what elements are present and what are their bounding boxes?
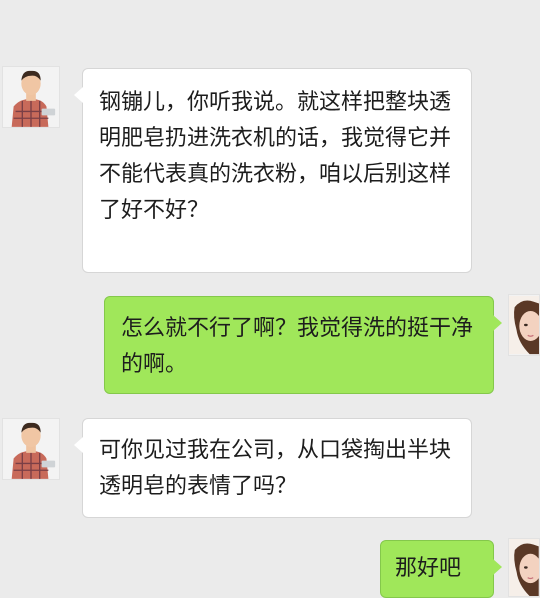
bubble-tail [493, 559, 502, 575]
message-bubble-received-2[interactable]: 可你见过我在公司，从口袋掏出半块透明皂的表情了吗？ [74, 418, 472, 518]
bubble-tail [74, 87, 83, 103]
self-avatar[interactable] [508, 294, 540, 356]
man-avatar-icon [3, 67, 59, 127]
bubble-tail [74, 437, 83, 453]
contact-avatar[interactable] [2, 418, 60, 480]
contact-avatar[interactable] [2, 66, 60, 128]
message-text: 那好吧 [395, 556, 462, 581]
self-avatar[interactable] [508, 538, 540, 597]
chat-window: 钢镚儿，你听我说。就这样把整块透明肥皂扔进洗衣机的话，我觉得它并不能代表真的洗衣… [0, 0, 540, 598]
bubble-tail [493, 315, 502, 331]
message-text: 怎么就不行了啊？我觉得洗的挺干净的啊。 [121, 316, 474, 377]
woman-avatar-icon [509, 295, 539, 355]
man-avatar-icon [3, 419, 59, 479]
woman-avatar-icon [509, 539, 539, 596]
message-text: 可你见过我在公司，从口袋掏出半块透明皂的表情了吗？ [99, 438, 452, 499]
message-bubble-received-1[interactable]: 钢镚儿，你听我说。就这样把整块透明肥皂扔进洗衣机的话，我觉得它并不能代表真的洗衣… [74, 68, 472, 273]
message-bubble-sent-2[interactable]: 那好吧 [380, 540, 502, 598]
message-text: 钢镚儿，你听我说。就这样把整块透明肥皂扔进洗衣机的话，我觉得它并不能代表真的洗衣… [99, 90, 452, 223]
message-bubble-sent-1[interactable]: 怎么就不行了啊？我觉得洗的挺干净的啊。 [104, 296, 502, 394]
